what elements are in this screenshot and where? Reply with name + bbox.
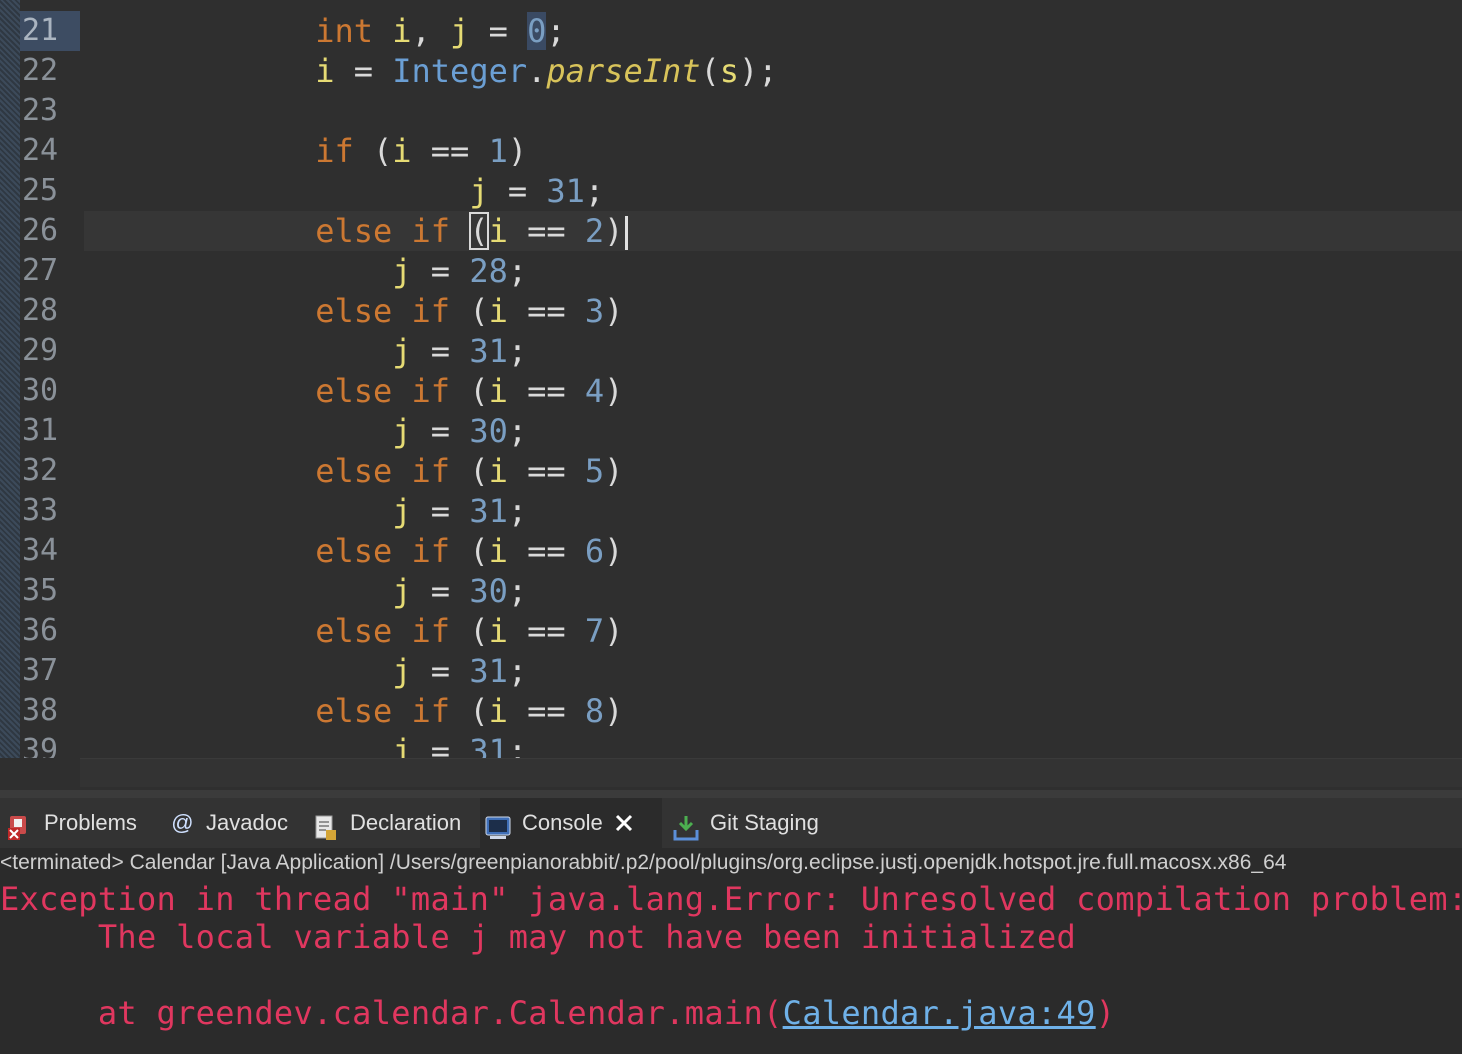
line-number: 21 [20, 11, 80, 51]
code-line-35[interactable]: j = 30; [84, 571, 1462, 611]
line-number: 26 [22, 213, 59, 248]
bottom-panel: Problems @ Javadoc Declaration Console G… [0, 790, 1462, 1054]
console-output-line-3: at greendev.calendar.Calendar.main(Calen… [0, 994, 1462, 1032]
tab-problems[interactable]: Problems [2, 798, 150, 848]
tab-javadoc[interactable]: @ Javadoc [164, 798, 294, 848]
line-number: 38 [22, 693, 59, 728]
line-number: 23 [22, 93, 59, 128]
console-output-line-2: The local variable j may not have been i… [0, 918, 1077, 956]
line-number: 37 [22, 653, 59, 688]
text-caret [625, 216, 629, 250]
tab-console-label: Console [522, 810, 603, 835]
line-number: 32 [22, 453, 59, 488]
code-line-39[interactable]: j = 31; [84, 731, 1462, 758]
line-number: 29 [22, 333, 59, 368]
problems-icon [6, 809, 34, 840]
stack-trace-link[interactable]: Calendar.java:49 [783, 994, 1096, 1032]
code-line-25[interactable]: j = 31; [84, 171, 1462, 211]
git-staging-icon [672, 809, 700, 841]
tab-git-staging[interactable]: Git Staging [668, 798, 838, 848]
code-line-33[interactable]: j = 31; [84, 491, 1462, 531]
line-number: 22 [22, 53, 59, 88]
line-number: 33 [22, 493, 59, 528]
code-line-24[interactable]: if (i == 1) [84, 131, 1462, 171]
line-number: 28 [22, 293, 59, 328]
code-line-32[interactable]: else if (i == 5) [84, 451, 1462, 491]
line-number: 27 [22, 253, 59, 288]
line-number: 30 [22, 373, 59, 408]
tab-problems-label: Problems [44, 810, 137, 835]
code-line-22[interactable]: i = Integer.parseInt(s); [84, 51, 1462, 91]
line-number: 31 [22, 413, 59, 448]
line-number: 35 [22, 573, 59, 608]
line-number: 25 [22, 173, 59, 208]
panel-tab-bar: Problems @ Javadoc Declaration Console G… [0, 798, 1462, 849]
code-line-26-current[interactable]: else if (i == 2) [84, 211, 1462, 251]
console-status: <terminated> Calendar [Java Application]… [0, 848, 1462, 878]
stack-frame-suffix: ) [1095, 994, 1116, 1032]
tab-declaration-label: Declaration [350, 810, 462, 835]
at-sign-icon: @ [170, 810, 194, 835]
tab-javadoc-label: Javadoc [206, 810, 288, 835]
code-line-21[interactable]: int i, j = 0; [84, 11, 1462, 51]
code-line-28[interactable]: else if (i == 3) [84, 291, 1462, 331]
code-line-36[interactable]: else if (i == 7) [84, 611, 1462, 651]
close-icon[interactable] [613, 812, 635, 834]
code-line-23[interactable] [84, 91, 1462, 131]
line-number-gutter: 21 22 23 24 25 26 27 28 29 30 31 32 33 34 35 36 37 38 39 [20, 0, 80, 758]
line-number: 34 [22, 533, 59, 568]
stack-frame-prefix: at greendev.calendar.Calendar.main( [0, 994, 783, 1032]
editor-overview-ruler [0, 0, 20, 758]
console-output-line-1: Exception in thread "main" java.lang.Err… [0, 880, 1462, 918]
line-number: 39 [22, 733, 59, 758]
declaration-icon [312, 809, 340, 840]
code-line-37[interactable]: j = 31; [84, 651, 1462, 691]
line-number: 24 [22, 133, 59, 168]
code-line-30[interactable]: else if (i == 4) [84, 371, 1462, 411]
code-line-31[interactable]: j = 30; [84, 411, 1462, 451]
code-line-34[interactable]: else if (i == 6) [84, 531, 1462, 571]
code-line-29[interactable]: j = 31; [84, 331, 1462, 371]
tab-declaration[interactable]: Declaration [308, 798, 474, 848]
code-editor[interactable]: 21 22 23 24 25 26 27 28 29 30 31 32 33 34 35 36 37 38 39 i… [0, 0, 1462, 790]
matching-bracket: ( [469, 212, 489, 250]
code-line-27[interactable]: j = 28; [84, 251, 1462, 291]
tab-console[interactable]: Console [480, 798, 662, 848]
code-line-38[interactable]: else if (i == 8) [84, 691, 1462, 731]
horizontal-scrollbar[interactable] [80, 758, 1462, 787]
line-number: 36 [22, 613, 59, 648]
tab-git-staging-label: Git Staging [710, 810, 819, 835]
console-icon [484, 809, 512, 839]
code-area[interactable]: int i, j = 0; i = Integer.parseInt(s); i… [84, 0, 1462, 758]
